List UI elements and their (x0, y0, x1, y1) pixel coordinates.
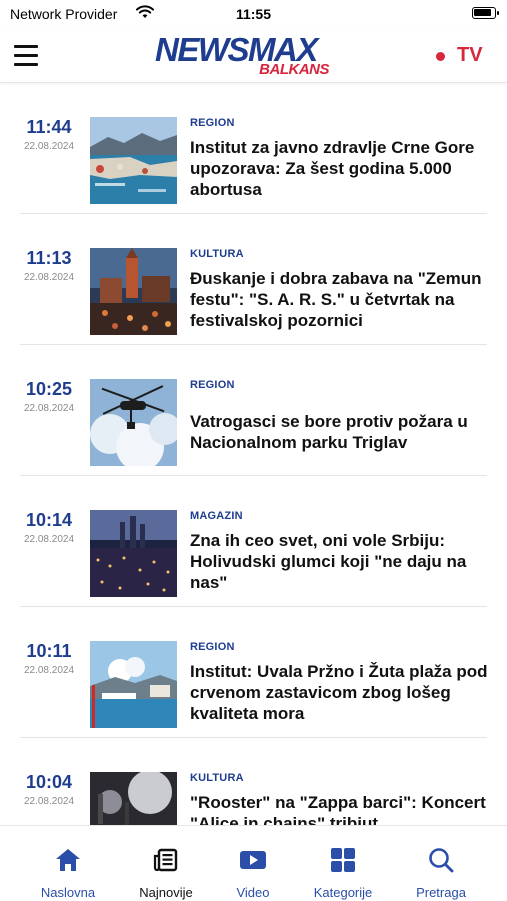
article-time: 11:13 (26, 248, 72, 268)
article-category[interactable]: REGION (190, 641, 235, 653)
article-thumbnail[interactable] (90, 379, 177, 466)
bottom-navigation-bar: Naslovna Najnovije Video Kategorije Pret… (0, 825, 507, 901)
newsmax-balkans-logo[interactable]: NEWSMAX BALKANS (155, 32, 331, 78)
video-icon (239, 846, 267, 874)
logo-sub-text: BALKANS (259, 61, 329, 78)
nav-tab-najnovije[interactable]: Najnovije (116, 826, 216, 901)
app-header: NEWSMAX BALKANS TV (0, 28, 507, 83)
article-thumbnail[interactable] (90, 641, 177, 728)
article-time: 10:04 (25, 772, 73, 792)
article-title[interactable]: Institut za javno zdravlje Crne Gore upo… (190, 137, 490, 200)
article-title[interactable]: Institut: Uvala Pržno i Žuta plaža pod c… (190, 661, 490, 724)
article-thumbnail[interactable] (90, 248, 177, 335)
article-thumbnail[interactable] (90, 117, 177, 204)
nav-tab-pretraga[interactable]: Pretraga (391, 826, 491, 901)
article-title[interactable]: "Rooster" na "Zappa barci": Koncert "Ali… (190, 792, 490, 825)
menu-line (14, 63, 38, 66)
nav-label: Najnovije (139, 885, 193, 900)
nav-tab-video[interactable]: Video (203, 826, 303, 901)
nav-label: Video (236, 885, 270, 900)
article-date: 22.08.2024 (23, 403, 75, 414)
article-item[interactable]: 11:13 22.08.2024 KULTURA Đuskanje i dobr… (0, 214, 507, 345)
article-item[interactable]: 11:44 22.08.2024 REGION Institut za javn… (0, 83, 507, 214)
menu-line (14, 45, 38, 48)
article-date: 22.08.2024 (23, 272, 75, 283)
live-dot-icon (436, 52, 445, 61)
search-icon (427, 846, 455, 874)
battery-icon (472, 7, 499, 19)
article-date: 22.08.2024 (23, 796, 75, 807)
article-category[interactable]: REGION (190, 117, 235, 129)
home-icon (54, 846, 82, 874)
hamburger-menu-button[interactable] (14, 45, 38, 67)
article-time: 10:11 (26, 641, 72, 661)
menu-line (14, 54, 38, 57)
latest-news-list[interactable]: 11:44 22.08.2024 REGION Institut za javn… (0, 83, 507, 825)
article-category[interactable]: KULTURA (190, 248, 244, 260)
article-category[interactable]: MAGAZIN (190, 510, 243, 522)
article-title[interactable]: Vatrogasci se bore protiv požara u Nacio… (190, 411, 490, 453)
article-title[interactable]: Đuskanje i dobra zabava na "Zemun festu"… (190, 268, 490, 331)
article-time: 10:14 (25, 510, 73, 530)
newspaper-icon (152, 846, 180, 874)
nav-tab-kategorije[interactable]: Kategorije (293, 826, 393, 901)
grid-icon (329, 846, 357, 874)
tv-label: TV (457, 44, 483, 66)
article-thumbnail[interactable] (90, 510, 177, 597)
article-time: 11:44 (26, 117, 72, 137)
article-category[interactable]: KULTURA (190, 772, 244, 784)
article-item[interactable]: 10:14 22.08.2024 MAGAZIN Zna ih ceo svet… (0, 476, 507, 607)
article-date: 22.08.2024 (23, 665, 75, 676)
nav-label: Kategorije (313, 885, 373, 900)
article-item[interactable]: 10:11 22.08.2024 REGION Institut: Uvala … (0, 607, 507, 738)
article-category[interactable]: REGION (190, 379, 235, 391)
status-bar: Network Provider 11:55 (0, 0, 507, 28)
article-date: 22.08.2024 (23, 141, 75, 152)
status-time: 11:55 (235, 6, 272, 22)
nav-tab-naslovna[interactable]: Naslovna (18, 826, 118, 901)
nav-label: Naslovna (40, 885, 96, 900)
article-item[interactable]: 10:25 22.08.2024 REGION Vatrogasci se bo… (0, 345, 507, 476)
article-title[interactable]: Zna ih ceo svet, oni vole Srbiju: Holivu… (190, 530, 490, 593)
article-thumbnail[interactable] (90, 772, 177, 825)
nav-label: Pretraga (416, 885, 466, 900)
article-date: 22.08.2024 (23, 534, 75, 545)
article-item[interactable]: 10:04 22.08.2024 KULTURA "Rooster" na "Z… (0, 738, 507, 825)
article-time: 10:25 (25, 379, 73, 399)
